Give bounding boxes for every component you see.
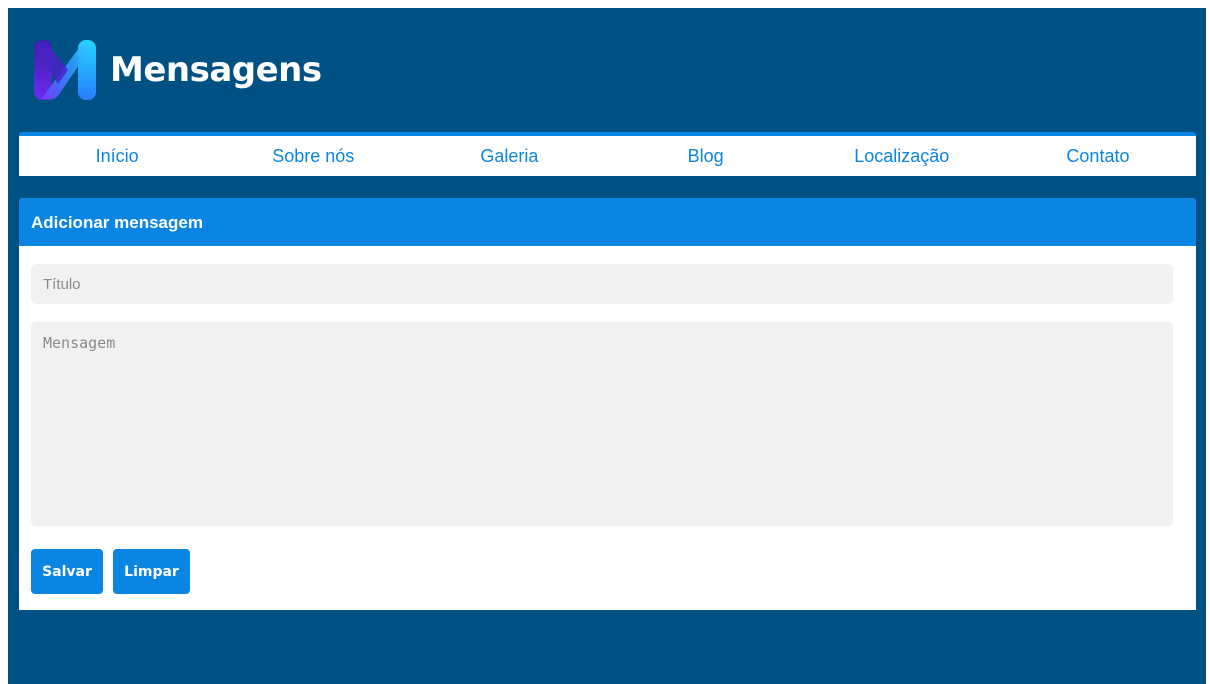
site-title: Mensagens: [110, 50, 322, 90]
save-button[interactable]: Salvar: [31, 549, 103, 594]
message-textarea[interactable]: [31, 322, 1173, 526]
nav-item-sobre-nos[interactable]: Sobre nós: [215, 136, 411, 176]
card-heading: Adicionar mensagem: [19, 198, 1196, 246]
m-logo-icon: [34, 38, 96, 102]
main-navigation: Início Sobre nós Galeria Blog Localizaçã…: [19, 132, 1196, 176]
nav-item-inicio[interactable]: Início: [19, 136, 215, 176]
site-header: Mensagens: [8, 8, 1206, 132]
nav-item-galeria[interactable]: Galeria: [411, 136, 607, 176]
add-message-card: Adicionar mensagem Salvar Limpar: [19, 198, 1196, 610]
nav-item-contato[interactable]: Contato: [1000, 136, 1196, 176]
nav-item-blog[interactable]: Blog: [608, 136, 804, 176]
clear-button[interactable]: Limpar: [113, 549, 190, 594]
title-input[interactable]: [31, 264, 1173, 304]
page-background: Mensagens Início Sobre nós Galeria Blog …: [8, 8, 1206, 684]
nav-item-localizacao[interactable]: Localização: [804, 136, 1000, 176]
